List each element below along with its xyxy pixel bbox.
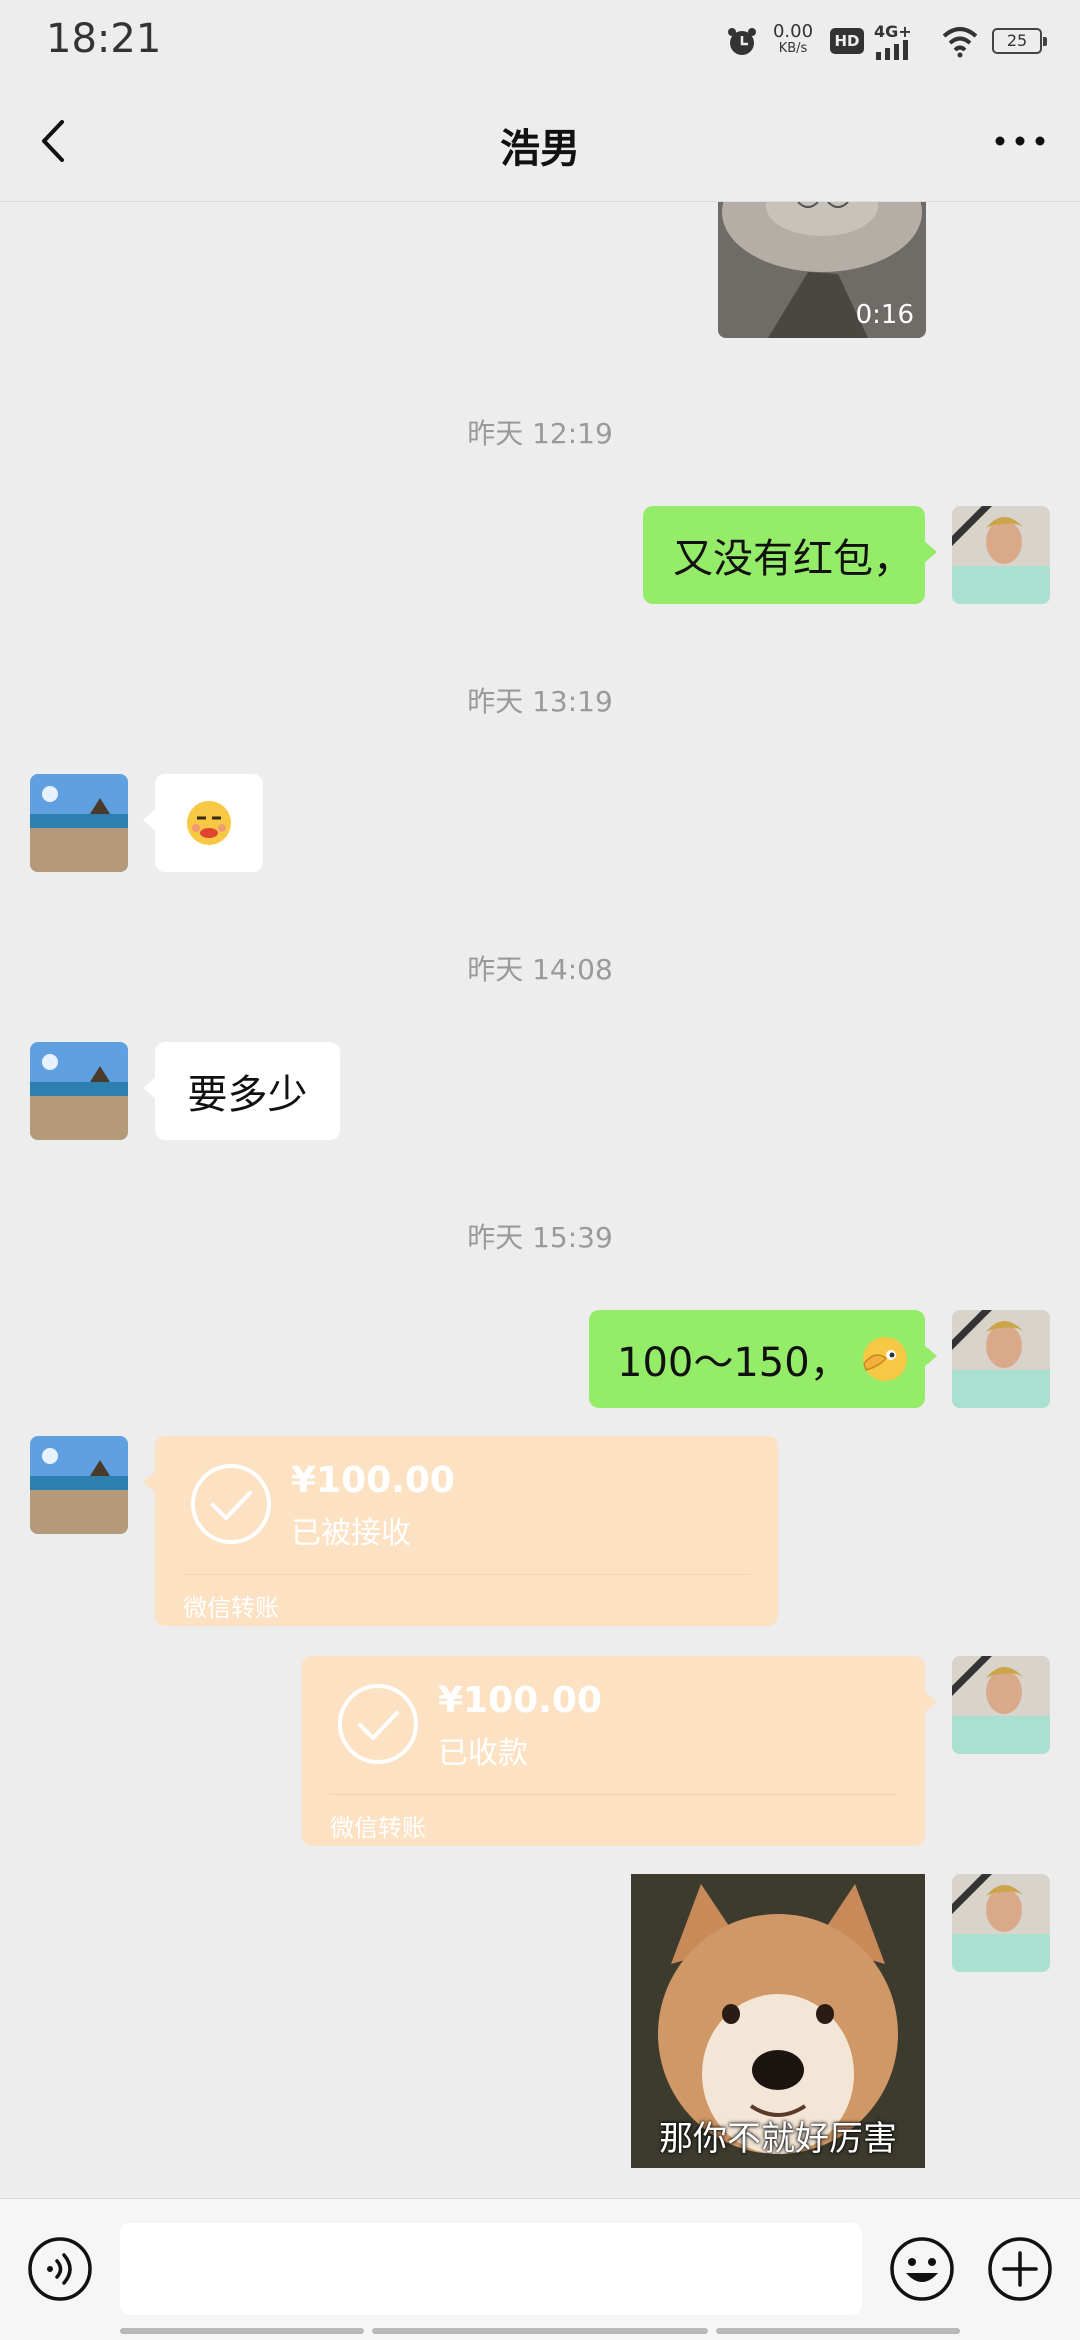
- avatar[interactable]: [952, 1656, 1050, 1754]
- signal-icon: [876, 40, 908, 60]
- status-bar: 18:21 0.00 KB/s HD 4G+ 25: [0, 0, 1080, 80]
- video-message[interactable]: 0:16: [718, 202, 926, 338]
- input-bar: [0, 2198, 1080, 2340]
- chat-header: 浩男: [0, 80, 1080, 202]
- message-bubble-self[interactable]: 又没有红包，: [643, 506, 937, 604]
- nav-gesture-bar: [716, 2328, 960, 2334]
- message-bubble-other[interactable]: 要多少: [143, 1042, 340, 1140]
- hd-icon: HD: [830, 28, 864, 54]
- avatar[interactable]: [30, 774, 128, 872]
- timestamp: 昨天 15:39: [467, 1221, 613, 1254]
- plus-icon[interactable]: [986, 2235, 1054, 2303]
- timestamp: 昨天 14:08: [467, 953, 613, 986]
- avatar-self-image: [952, 1656, 1050, 1754]
- transfer-status: 已被接收: [291, 1516, 411, 1551]
- avatar[interactable]: [30, 1042, 128, 1140]
- ellipsis-icon[interactable]: [988, 116, 1052, 166]
- timestamp: 昨天 13:19: [467, 685, 613, 718]
- transfer-amount: ¥100.00: [438, 1680, 602, 1721]
- transfer-footer: 微信转账: [330, 1814, 426, 1842]
- avatar[interactable]: [30, 1436, 128, 1534]
- transfer-amount: ¥100.00: [291, 1460, 455, 1501]
- message-input[interactable]: [120, 2223, 862, 2315]
- facepalm-emoji-icon: [862, 1337, 907, 1381]
- avatar-self-image: [952, 1310, 1050, 1408]
- message-text: 100～150，: [617, 1340, 850, 1386]
- avatar-other-image: [30, 1042, 128, 1140]
- transfer-footer: 微信转账: [183, 1594, 279, 1622]
- message-text: 要多少: [187, 1072, 308, 1118]
- video-duration: 0:16: [855, 300, 914, 330]
- chat-title: 浩男: [500, 126, 580, 172]
- avatar[interactable]: [952, 1874, 1050, 1972]
- message-text: 又没有红包，: [673, 536, 913, 582]
- check-circle-icon: [191, 1464, 271, 1544]
- status-time: 18:21: [46, 16, 162, 62]
- timestamp: 昨天 12:19: [467, 417, 613, 450]
- emoji-icon[interactable]: [888, 2235, 956, 2303]
- status-icons: 0.00 KB/s HD 4G+ 25: [720, 18, 1080, 64]
- battery-icon: 25: [992, 28, 1047, 54]
- avatar-other-image: [30, 1436, 128, 1534]
- avatar-self-image: [952, 1874, 1050, 1972]
- wifi-icon: [942, 27, 978, 58]
- voice-icon[interactable]: [26, 2235, 94, 2303]
- avatar-other-image: [30, 774, 128, 872]
- smirk-emoji-icon: [187, 801, 231, 845]
- transfer-card-received[interactable]: ¥100.00 已被接收 微信转账: [143, 1436, 778, 1626]
- divider: [183, 1574, 750, 1575]
- divider: [330, 1794, 897, 1795]
- check-circle-icon: [338, 1684, 418, 1764]
- avatar-self-image: [952, 506, 1050, 604]
- nav-gesture-bar: [372, 2328, 708, 2334]
- message-bubble-self[interactable]: 100～150，: [589, 1310, 937, 1408]
- nav-gesture-bar: [120, 2328, 364, 2334]
- sticker-caption: 那你不就好厉害: [659, 2119, 897, 2159]
- message-bubble-other[interactable]: [143, 774, 263, 872]
- sticker-message[interactable]: 那你不就好厉害: [631, 1874, 925, 2168]
- avatar[interactable]: [952, 506, 1050, 604]
- transfer-card-collected[interactable]: ¥100.00 已收款 微信转账: [302, 1656, 937, 1846]
- net-speed: 0.00 KB/s: [772, 21, 814, 57]
- avatar[interactable]: [952, 1310, 1050, 1408]
- transfer-status: 已收款: [438, 1736, 528, 1771]
- alarm-icon: [728, 28, 756, 55]
